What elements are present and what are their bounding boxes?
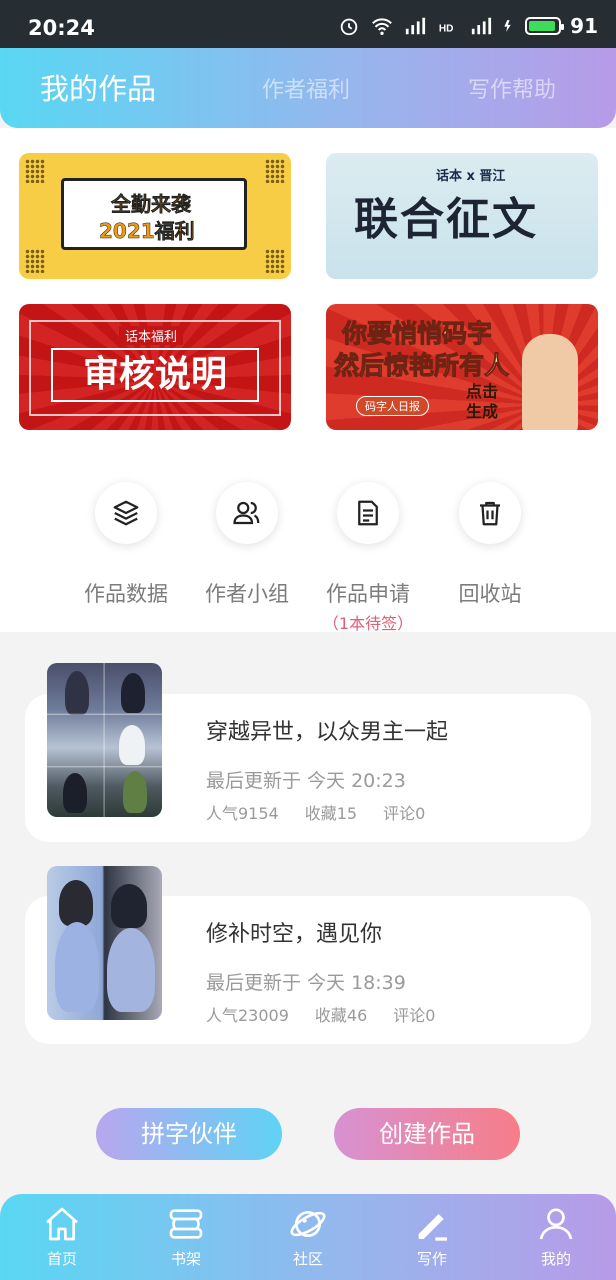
status-icons: HD 91 <box>337 14 598 38</box>
nav-home[interactable]: 首页 <box>22 1204 102 1269</box>
svg-text:HD: HD <box>439 24 454 35</box>
trash-icon <box>480 501 500 526</box>
work-popularity: 人气9154 <box>206 804 279 823</box>
action-recycle-bin[interactable]: 回收站 <box>430 482 550 608</box>
tab-writing-help[interactable]: 写作帮助 <box>468 72 556 104</box>
banner-typing-cta: 点击生成 <box>466 382 499 421</box>
nav-label: 社区 <box>292 1250 323 1268</box>
work-comments: 评论0 <box>393 1006 436 1025</box>
cover-figure <box>59 880 93 926</box>
work-title: 修补时空，遇见你 <box>206 922 383 947</box>
dots-decoration <box>25 249 45 273</box>
banner-contest[interactable]: 话本 x 晋江 联合征文 <box>326 153 598 279</box>
status-bar: 20:24 HD 91 <box>0 0 616 48</box>
group-icon <box>233 501 260 525</box>
banner-typing-line2: 然后惊艳所有人 <box>333 351 510 381</box>
nav-label: 首页 <box>46 1250 77 1268</box>
banner-review[interactable]: 话本福利 审核说明 <box>19 304 291 430</box>
work-title: 穿越异世，以众男主一起 <box>206 720 449 745</box>
banner-review-title: 审核说明 <box>51 348 259 402</box>
wifi-icon <box>372 18 393 35</box>
nav-label: 写作 <box>416 1250 447 1268</box>
action-label: 作者小组 <box>205 582 289 606</box>
action-label: 作品数据 <box>84 582 168 606</box>
work-popularity: 人气23009 <box>206 1006 289 1025</box>
action-icon-circle <box>337 482 399 544</box>
work-favorites: 收藏15 <box>304 804 358 823</box>
cover-collage-grid <box>47 663 162 817</box>
nav-community[interactable]: 社区 <box>268 1204 348 1269</box>
work-comments: 评论0 <box>383 804 426 823</box>
create-work-button[interactable]: 创建作品 <box>334 1108 520 1160</box>
alarm-icon <box>340 18 358 36</box>
banner-review-tag: 话本福利 <box>119 326 184 345</box>
work-cover[interactable] <box>47 866 162 1020</box>
pen-icon <box>418 1214 447 1241</box>
signal-4g-icon <box>471 17 492 35</box>
pending-note: （1本待签） <box>322 614 414 633</box>
planet-icon <box>290 1211 326 1237</box>
action-label: 作品申请 <box>326 582 410 606</box>
bookshelf-icon <box>169 1209 203 1239</box>
nav-label: 我的 <box>540 1250 571 1268</box>
action-icon-circle <box>95 482 157 544</box>
tab-my-works[interactable]: 我的作品 <box>40 66 156 108</box>
battery-icon <box>525 17 565 35</box>
signal-icon <box>405 17 426 35</box>
banner-typing-badge: 码字人日报 <box>356 396 429 416</box>
banner-attendance[interactable]: 全勤来袭 2021福利 <box>19 153 291 279</box>
action-work-application[interactable]: 作品申请 （1本待签） <box>308 482 428 634</box>
banner-typing[interactable]: 你要悄悄码字 然后惊艳所有人 码字人日报 点击生成 <box>326 304 598 430</box>
header: 我的作品 作者福利 写作帮助 <box>0 48 616 128</box>
nav-write[interactable]: 写作 <box>392 1204 472 1269</box>
nav-bookshelf[interactable]: 书架 <box>146 1204 226 1269</box>
user-icon <box>539 1208 573 1240</box>
work-updated: 最后更新于 今天 20:23 <box>206 770 406 792</box>
status-time: 20:24 <box>28 16 95 40</box>
document-icon <box>358 500 378 526</box>
action-author-group[interactable]: 作者小组 <box>187 482 307 608</box>
cover-figure <box>111 884 147 928</box>
quick-actions: 作品数据 作者小组 作品申请 （1本待签） 回收站 <box>0 432 616 634</box>
typing-partner-button[interactable]: 拼字伙伴 <box>96 1108 282 1160</box>
cover-figure <box>55 922 99 1012</box>
action-icon-circle <box>459 482 521 544</box>
tab-author-benefits[interactable]: 作者福利 <box>262 72 350 104</box>
banner-contest-subtitle: 话本 x 晋江 <box>436 169 506 184</box>
action-icon-circle <box>216 482 278 544</box>
nav-mine[interactable]: 我的 <box>516 1204 596 1269</box>
work-cover[interactable] <box>47 663 162 817</box>
battery-level: 91 <box>570 14 598 38</box>
charging-icon <box>504 20 511 32</box>
work-favorites: 收藏46 <box>314 1006 368 1025</box>
action-label: 回收站 <box>458 582 522 606</box>
work-stats: 人气9154 收藏15 评论0 <box>206 800 425 824</box>
hd-icon: HD <box>439 24 454 35</box>
dots-decoration <box>265 159 285 183</box>
dots-decoration <box>265 249 285 273</box>
home-icon <box>46 1207 78 1241</box>
work-updated: 最后更新于 今天 18:39 <box>206 972 406 994</box>
layers-icon <box>113 500 139 526</box>
fist-illustration <box>522 334 578 430</box>
dots-decoration <box>25 159 45 183</box>
banner-contest-title: 联合征文 <box>354 194 538 245</box>
banner-grid: 全勤来袭 2021福利 话本 x 晋江 联合征文 话本福利 审核说明 你要悄悄码… <box>0 128 616 432</box>
banner-typing-line1: 你要悄悄码字 <box>341 319 493 349</box>
action-work-data[interactable]: 作品数据 <box>66 482 186 608</box>
work-stats: 人气23009 收藏46 评论0 <box>206 1002 435 1026</box>
nav-label: 书架 <box>170 1250 201 1268</box>
cover-figure <box>107 928 155 1012</box>
bottom-nav: 首页 书架 社区 写作 我的 <box>0 1194 616 1280</box>
banner-attendance-line2: 2021福利 <box>99 219 195 244</box>
banner-attendance-line1: 全勤来袭 <box>111 192 192 217</box>
